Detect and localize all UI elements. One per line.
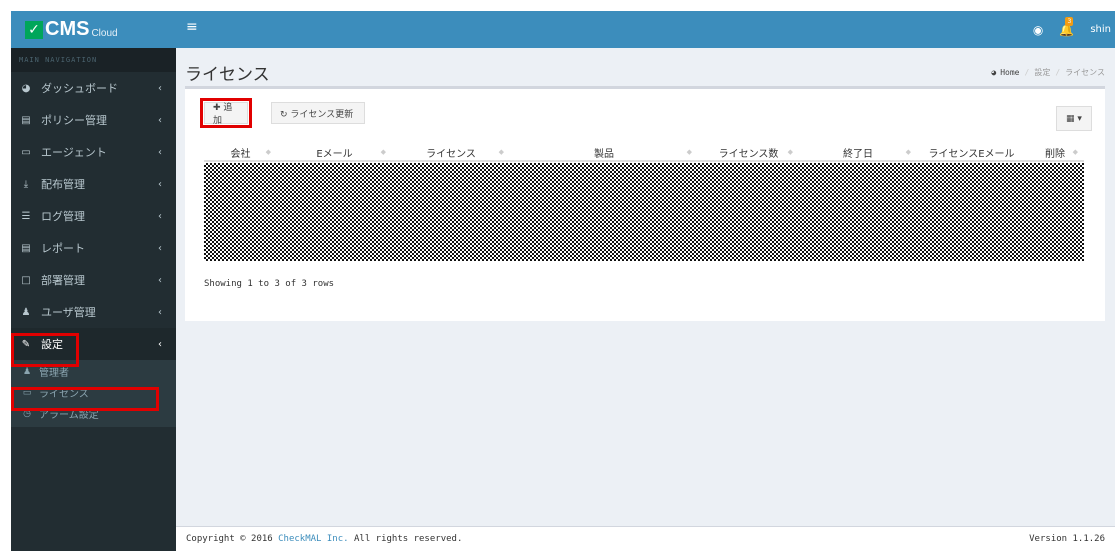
sort-icon: ◆ xyxy=(686,148,692,156)
add-button-highlight xyxy=(200,98,252,128)
sidebar-item-label: 部署管理 xyxy=(41,274,85,287)
breadcrumb-home[interactable]: Home xyxy=(1000,68,1019,77)
breadcrumb-settings[interactable]: 設定 xyxy=(1034,67,1050,78)
sidebar-item-agent[interactable]: ▭ エージェント ‹ xyxy=(11,136,176,168)
sidebar-item-label: 配布管理 xyxy=(41,178,85,191)
sidebar-item-user[interactable]: ♟ ユーザ管理 ‹ xyxy=(11,296,176,328)
column-header-company[interactable]: 会社 ◆ xyxy=(204,144,277,160)
sidebar-item-label: ダッシュボード xyxy=(41,82,118,95)
chevron-left-icon: ‹ xyxy=(158,210,162,222)
column-header-end-date[interactable]: 終了日 ◆ xyxy=(799,144,917,160)
chevron-left-icon: ‹ xyxy=(158,82,162,94)
license-table-box: ✚ 追加 ↻ ライセンス更新 ▦ ▾ 会社 ◆ Eメール ◆ ライセンス ◆ 製品 ◆ … xyxy=(185,86,1105,321)
sort-icon: ◆ xyxy=(1072,148,1078,156)
notifications-button[interactable]: 🔔 3 xyxy=(1059,16,1074,37)
sidebar-item-log[interactable]: ☰ ログ管理 ‹ xyxy=(11,200,176,232)
sidebar: ✓ CMS Cloud MAIN NAVIGATION ◕ ダッシュボード ‹ … xyxy=(11,11,176,551)
sidebar-item-label: ログ管理 xyxy=(41,210,85,223)
notification-count-badge: 3 xyxy=(1065,16,1074,26)
menu-toggle-icon[interactable]: ≡ xyxy=(186,19,198,35)
check-logo-icon: ✓ xyxy=(25,20,43,39)
chevron-left-icon: ‹ xyxy=(158,274,162,286)
sort-icon: ◆ xyxy=(787,148,793,156)
pagination-info: Showing 1 to 3 of 3 rows xyxy=(204,279,335,289)
sidebar-item-distribution[interactable]: ⤓ 配布管理 ‹ xyxy=(11,168,176,200)
user-menu[interactable]: shin xyxy=(1090,24,1111,35)
dashboard-icon: ◕ xyxy=(21,82,31,94)
sidebar-item-label: ポリシー管理 xyxy=(41,114,107,127)
column-header-license-count[interactable]: ライセンス数 ◆ xyxy=(698,144,799,160)
breadcrumb: ◕ Home / 設定 / ライセンス xyxy=(991,67,1105,78)
column-header-license[interactable]: ライセンス ◆ xyxy=(392,144,510,160)
page-title: ライセンス xyxy=(185,65,270,85)
logo-text: CMS xyxy=(45,18,90,40)
breadcrumb-separator: / xyxy=(1055,68,1061,77)
user-icon: ♟ xyxy=(21,306,31,318)
footer: Copyright © 2016 CheckMAL Inc. All right… xyxy=(176,526,1115,551)
sort-icon: ◆ xyxy=(380,148,386,156)
admin-icon: ♟ xyxy=(22,366,32,377)
chevron-left-icon: ‹ xyxy=(158,146,162,158)
nav-header: MAIN NAVIGATION xyxy=(11,48,176,72)
sidebar-item-dashboard[interactable]: ◕ ダッシュボード ‹ xyxy=(11,72,176,104)
chevron-left-icon: ‹ xyxy=(158,242,162,254)
report-icon: ▤ xyxy=(21,242,31,254)
home-icon: ◕ xyxy=(991,68,997,77)
sort-icon: ◆ xyxy=(905,148,911,156)
chevron-left-icon: ‹ xyxy=(158,114,162,126)
column-header-delete[interactable]: 削除 ◆ xyxy=(1026,144,1084,160)
sidebar-item-label: レポート xyxy=(41,242,85,255)
top-navbar: ≡ ◉ 🔔 3 shin xyxy=(176,11,1115,48)
settings-highlight xyxy=(11,333,79,367)
sidebar-item-label: ユーザ管理 xyxy=(41,306,96,319)
column-header-product[interactable]: 製品 ◆ xyxy=(510,144,698,160)
sidebar-item-label: エージェント xyxy=(41,146,107,159)
refresh-license-button[interactable]: ↻ ライセンス更新 xyxy=(271,102,365,124)
sidebar-item-policy[interactable]: ▤ ポリシー管理 ‹ xyxy=(11,104,176,136)
navbar-right: ◉ 🔔 3 shin xyxy=(1033,11,1115,48)
redacted-table-rows xyxy=(204,163,1084,261)
license-highlight xyxy=(11,387,159,411)
logo-subtext: Cloud xyxy=(91,27,118,39)
sidebar-item-department[interactable]: □ 部署管理 ‹ xyxy=(11,264,176,296)
desktop-icon: ▭ xyxy=(21,146,31,158)
chevron-left-icon: ‹ xyxy=(158,178,162,190)
logo[interactable]: ✓ CMS Cloud xyxy=(11,11,176,48)
sidebar-item-report[interactable]: ▤ レポート ‹ xyxy=(11,232,176,264)
chevron-left-icon: ‹ xyxy=(158,338,162,350)
company-link[interactable]: CheckMAL Inc. xyxy=(278,534,348,544)
sort-icon: ◆ xyxy=(265,148,271,156)
breadcrumb-current: ライセンス xyxy=(1065,68,1105,77)
list-icon: ▤ xyxy=(21,114,31,126)
copyright: Copyright © 2016 CheckMAL Inc. All right… xyxy=(186,534,463,544)
table-header: 会社 ◆ Eメール ◆ ライセンス ◆ 製品 ◆ ライセンス数 ◆ 終了日 ◆ ライセンスE… xyxy=(204,144,1084,162)
log-icon: ☰ xyxy=(21,210,31,222)
folder-icon: □ xyxy=(21,274,31,286)
column-header-email[interactable]: Eメール ◆ xyxy=(277,144,392,160)
columns-toggle-button[interactable]: ▦ ▾ xyxy=(1056,106,1092,131)
sort-icon: ◆ xyxy=(498,148,504,156)
column-header-license-email[interactable]: ライセンスEメール xyxy=(917,144,1026,160)
version-label: Version 1.1.26 xyxy=(1029,534,1105,544)
chevron-left-icon: ‹ xyxy=(158,306,162,318)
breadcrumb-separator: / xyxy=(1024,68,1030,77)
content-wrapper: ライセンス ◕ Home / 設定 / ライセンス ✚ 追加 ↻ ライセンス更新… xyxy=(176,48,1115,526)
chat-icon[interactable]: ◉ xyxy=(1033,23,1043,37)
download-icon: ⤓ xyxy=(23,178,29,190)
